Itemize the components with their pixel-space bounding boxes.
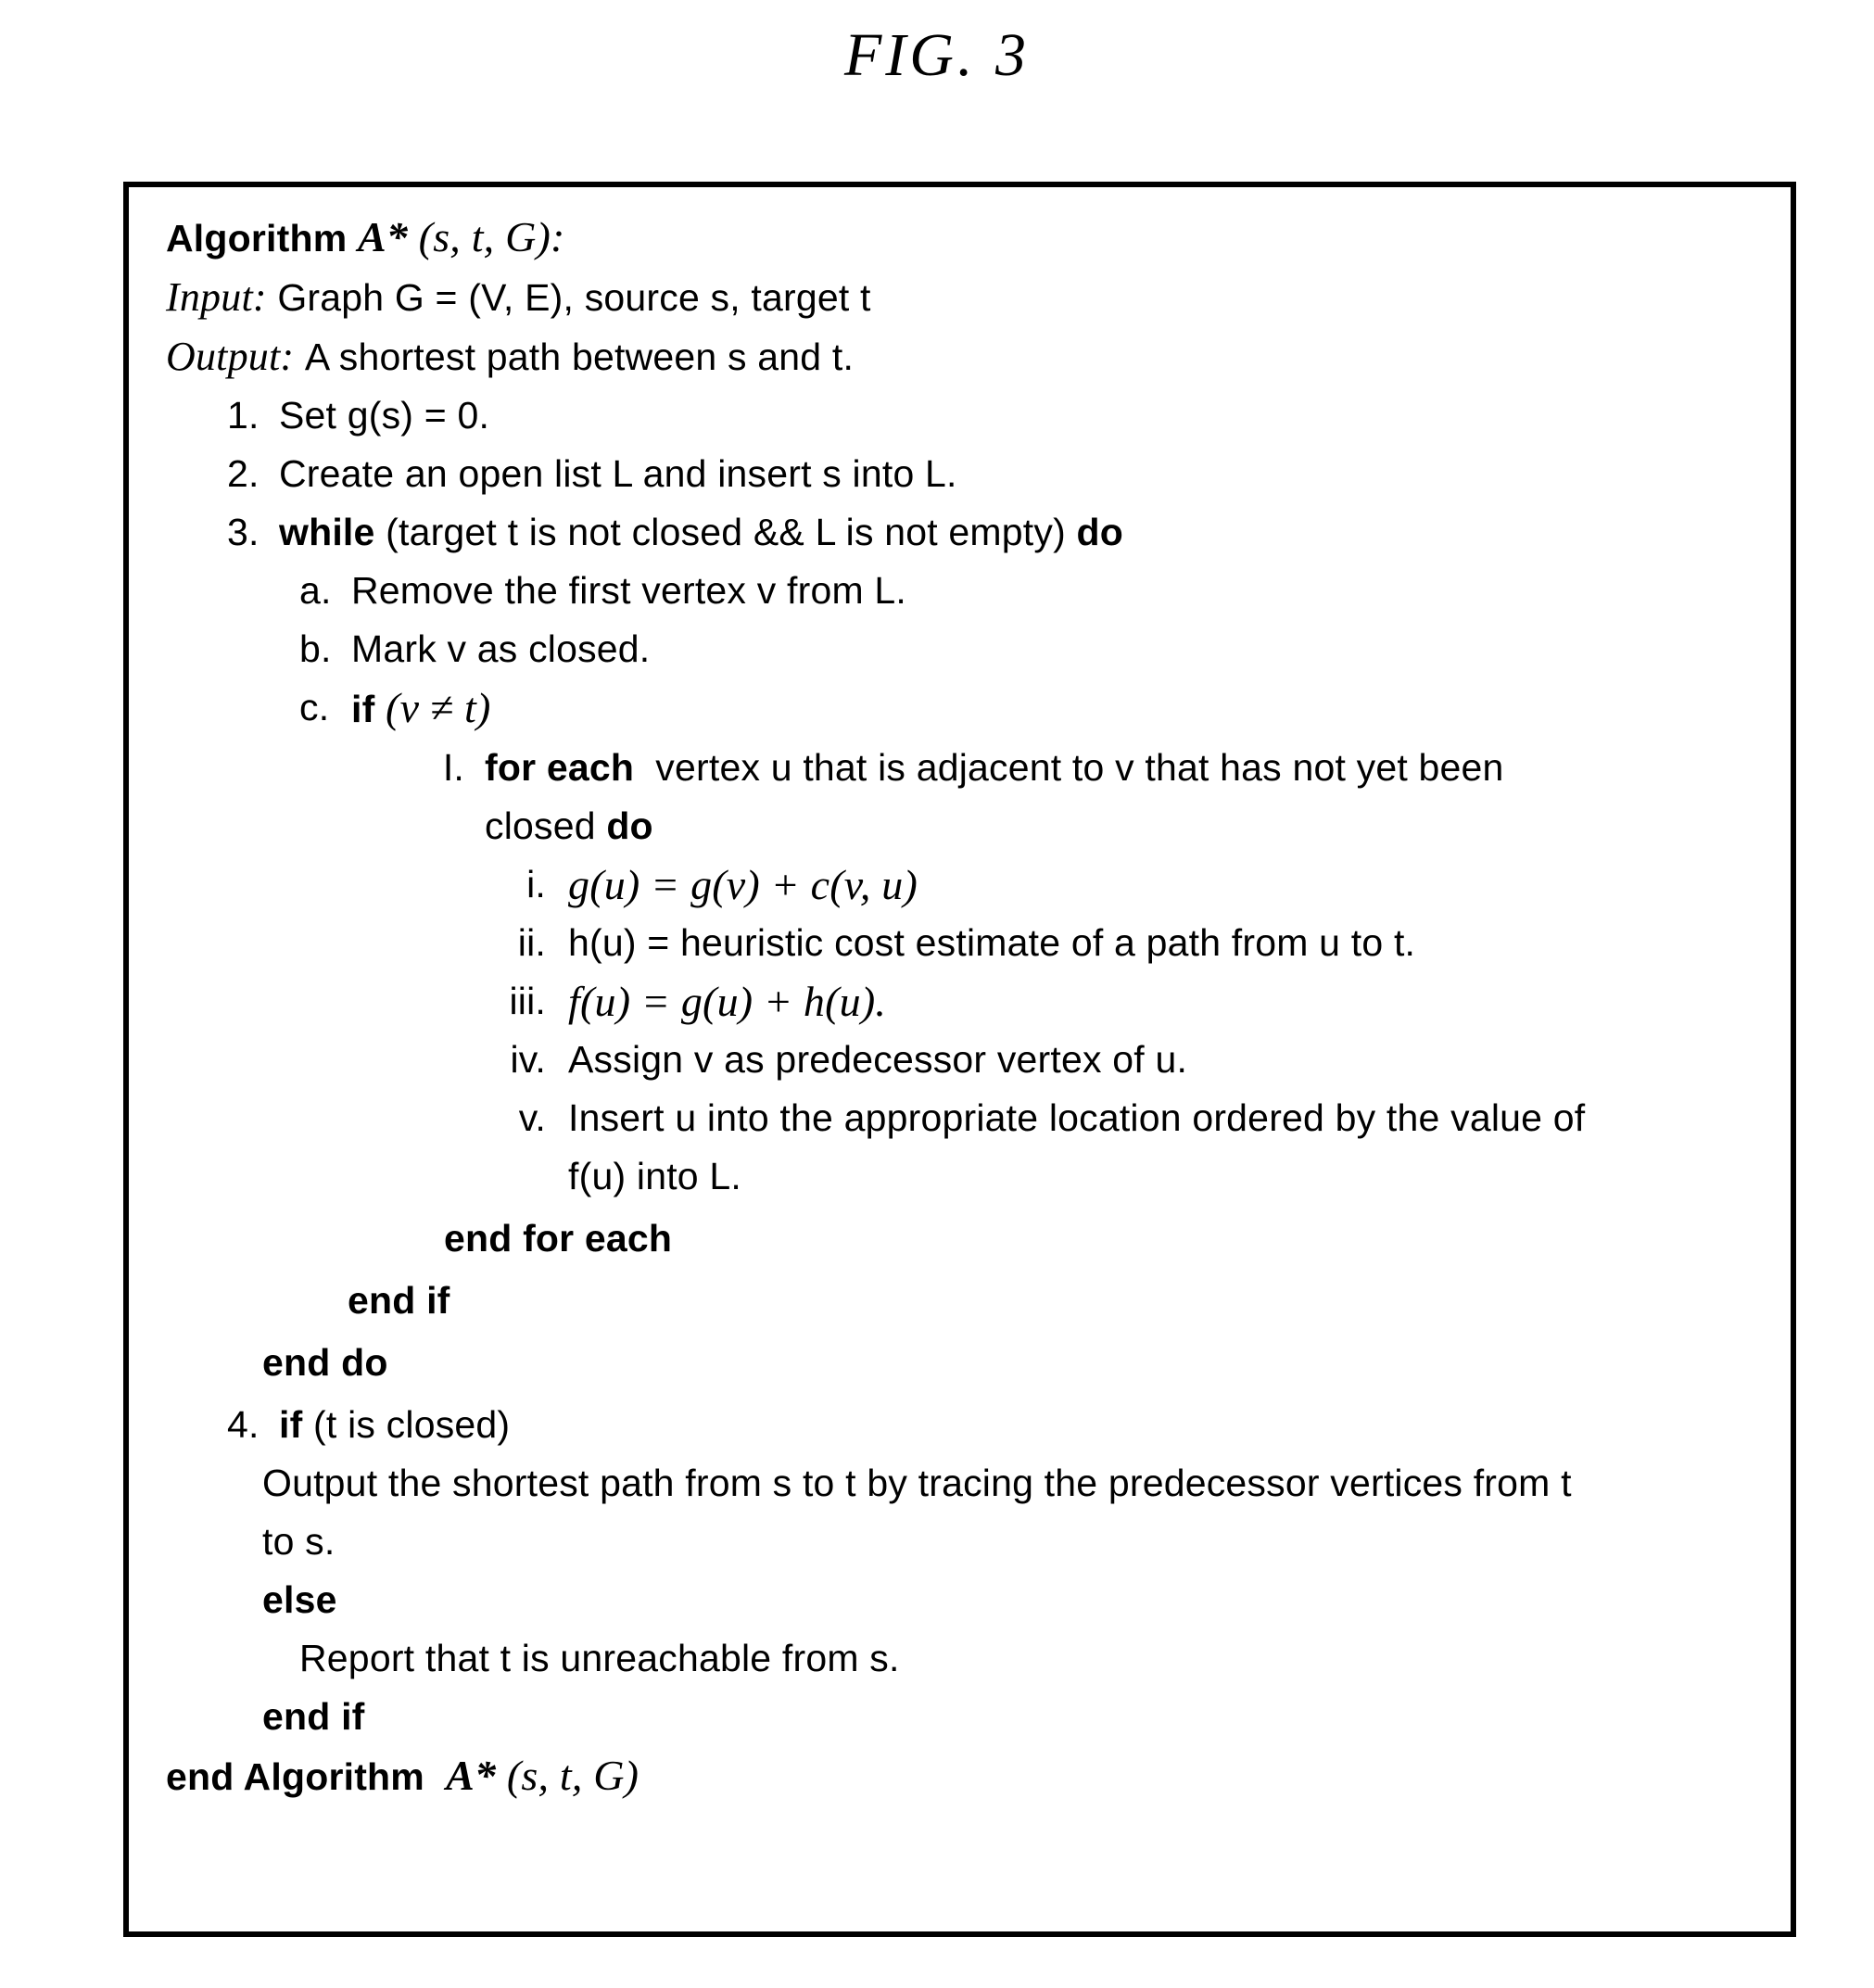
step-4-else-text: Report that t is unreachable from s. xyxy=(299,1637,900,1679)
do-keyword: do xyxy=(1076,511,1124,553)
while-keyword: while xyxy=(279,511,375,553)
end-algorithm-line: end Algorithm A* (s, t, G) xyxy=(166,1746,1774,1806)
step-3b: b. Mark v as closed. xyxy=(299,620,1774,678)
step-v-text: Insert u into the appropriate location o… xyxy=(568,1096,1586,1197)
step-3: 3. while (target t is not closed && L is… xyxy=(227,503,1774,562)
step-4-if-keyword: if xyxy=(279,1403,303,1446)
step-3c: c. if (v ≠ t) xyxy=(299,678,1774,739)
step-iv-text: Assign v as predecessor vertex of u. xyxy=(568,1038,1188,1081)
step-4-body: if (t is closed) xyxy=(279,1396,1774,1454)
step-3c-I-marker: I. xyxy=(442,746,464,789)
figure-title: FIG. 3 xyxy=(844,21,1030,89)
step-1-text: Set g(s) = 0. xyxy=(279,394,490,437)
pseudocode-listing: Algorithm A* (s, t, G): Input: Graph G =… xyxy=(166,208,1774,1806)
step-iii: iii. f(u) = g(u) + h(u). xyxy=(487,972,1774,1031)
end-algorithm-name: A* xyxy=(446,1752,497,1799)
step-iv: iv. Assign v as predecessor vertex of u. xyxy=(487,1031,1774,1089)
else-keyword: else xyxy=(262,1578,337,1621)
algorithm-name: A* xyxy=(357,213,409,260)
algorithm-args: (s, t, G): xyxy=(418,213,565,260)
output-text: A shortest path between s and t. xyxy=(304,336,855,378)
algorithm-box: Algorithm A* (s, t, G): Input: Graph G =… xyxy=(123,182,1796,1937)
step-4: 4. if (t is closed) xyxy=(227,1396,1774,1454)
step-3a: a. Remove the first vertex v from L. xyxy=(299,562,1774,620)
step-4-then-text: Output the shortest path from s to t by … xyxy=(262,1462,1572,1563)
step-3c-I: I. for each vertex u that is adjacent to… xyxy=(403,739,1627,855)
step-3a-text: Remove the first vertex v from L. xyxy=(351,569,906,612)
step-iii-marker: iii. xyxy=(509,980,546,1022)
input-text: Graph G = (V, E), source s, target t xyxy=(277,276,871,319)
step-i-text: g(u) = g(v) + c(v, u) xyxy=(568,861,918,908)
output-label: Output: xyxy=(166,334,295,379)
input-label: Input: xyxy=(166,274,267,320)
step-2-marker: 2. xyxy=(227,452,260,495)
step-3c-I-body: for each vertex u that is adjacent to v … xyxy=(485,739,1627,855)
end-algorithm-keyword: end Algorithm xyxy=(166,1755,424,1798)
step-iii-text: f(u) = g(u) + h(u). xyxy=(568,978,887,1025)
step-3c-marker: c. xyxy=(299,686,330,728)
end-for-each: end for each xyxy=(444,1217,673,1260)
step-4-condition: (t is closed) xyxy=(313,1403,511,1446)
step-1: 1. Set g(s) = 0. xyxy=(227,386,1774,445)
step-1-marker: 1. xyxy=(227,394,260,437)
end-if-inner: end if xyxy=(348,1279,450,1322)
for-each-keyword: for each xyxy=(485,746,635,789)
step-3b-text: Mark v as closed. xyxy=(351,627,651,670)
end-algorithm-args: (s, t, G) xyxy=(506,1752,639,1799)
step-v: v. Insert u into the appropriate locatio… xyxy=(487,1089,1599,1206)
step-3c-body: if (v ≠ t) xyxy=(351,678,1774,739)
if-keyword: if xyxy=(351,688,375,730)
step-ii-text: h(u) = heuristic cost estimate of a path… xyxy=(568,921,1416,964)
step-ii-marker: ii. xyxy=(517,921,546,964)
output-line: Output: A shortest path between s and t. xyxy=(166,327,1774,386)
step-3-body: while (target t is not closed && L is no… xyxy=(279,503,1774,562)
end-if-outer: end if xyxy=(262,1695,365,1738)
input-line: Input: Graph G = (V, E), source s, targe… xyxy=(166,268,1774,327)
step-3-condition: (target t is not closed && L is not empt… xyxy=(386,511,1066,553)
step-3b-marker: b. xyxy=(299,627,332,670)
step-3c-condition: (v ≠ t) xyxy=(386,684,491,731)
step-3a-marker: a. xyxy=(299,569,332,612)
for-each-do-keyword: do xyxy=(606,804,653,847)
step-iv-marker: iv. xyxy=(510,1038,546,1081)
algorithm-signature-line: Algorithm A* (s, t, G): xyxy=(166,208,1774,268)
step-v-marker: v. xyxy=(518,1096,546,1139)
step-i: i. g(u) = g(v) + c(v, u) xyxy=(487,855,1774,914)
algorithm-keyword: Algorithm xyxy=(166,217,348,260)
step-i-marker: i. xyxy=(526,863,546,905)
end-do: end do xyxy=(262,1341,388,1384)
step-ii: ii. h(u) = heuristic cost estimate of a … xyxy=(487,914,1774,972)
step-2: 2. Create an open list L and insert s in… xyxy=(227,445,1774,503)
step-3-marker: 3. xyxy=(227,511,260,553)
step-2-text: Create an open list L and insert s into … xyxy=(279,452,957,495)
step-4-marker: 4. xyxy=(227,1403,260,1446)
